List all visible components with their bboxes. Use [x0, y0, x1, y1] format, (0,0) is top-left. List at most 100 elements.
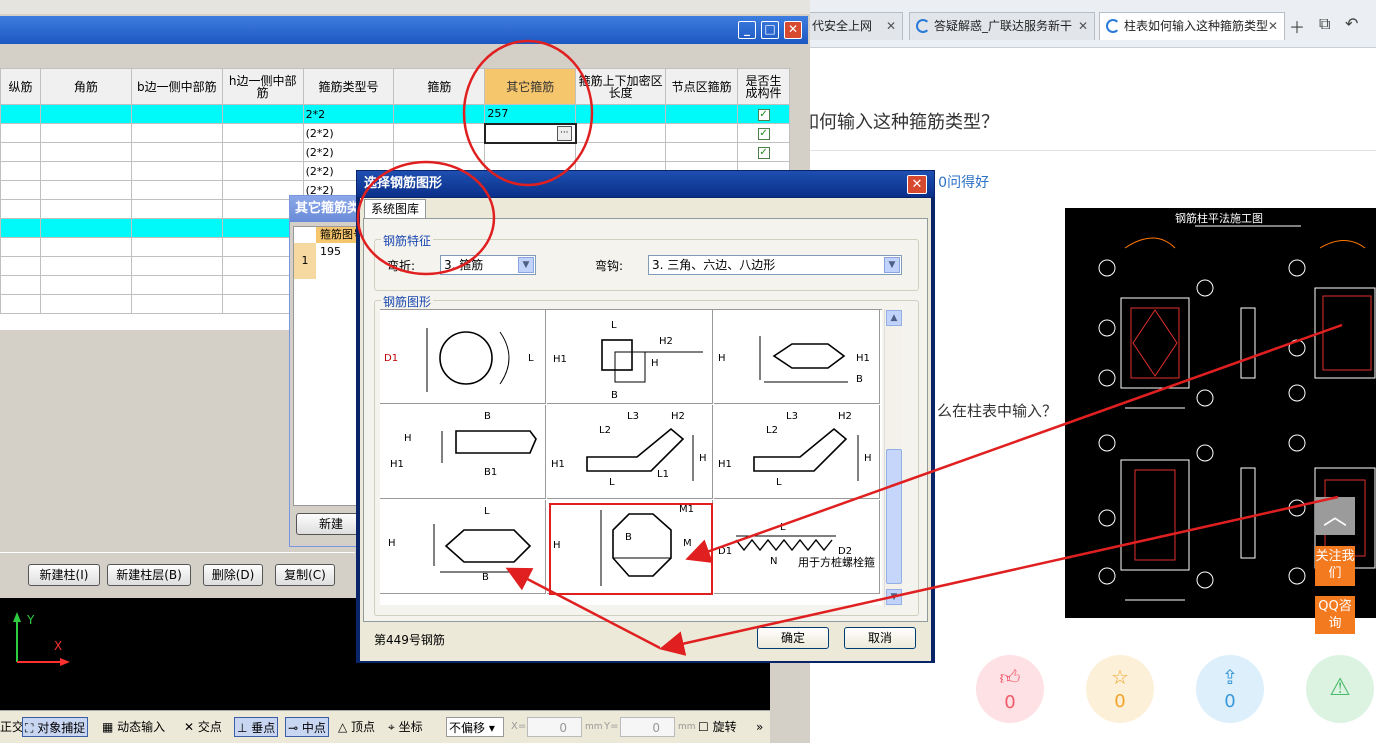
table-cell[interactable]: [393, 142, 486, 162]
shape-cell[interactable]: D1 L: [380, 310, 546, 404]
table-cell[interactable]: (2*2): [302, 123, 395, 143]
ellipsis-button[interactable]: ···: [556, 125, 572, 141]
restore-tabs-icon[interactable]: ⧉: [1319, 14, 1330, 34]
scroll-thumb[interactable]: [886, 449, 902, 584]
table-cell[interactable]: [0, 142, 41, 162]
col-header[interactable]: 角筋: [39, 68, 132, 105]
table-cell[interactable]: [39, 218, 132, 238]
table-cell[interactable]: [0, 104, 41, 124]
cancel-button[interactable]: 取消: [844, 627, 916, 649]
table-cell[interactable]: [0, 199, 41, 219]
browser-tab-2[interactable]: 答疑解惑_广联达服务新干 ✕: [909, 12, 1095, 40]
x-input[interactable]: 0: [527, 717, 582, 737]
table-cell[interactable]: [130, 180, 223, 200]
like-reaction[interactable]: 👍︎ 0: [976, 655, 1044, 723]
shape-cell[interactable]: L3 H2 L2 H1 H L L1: [547, 405, 713, 499]
table-cell[interactable]: [221, 142, 304, 162]
shape-cell[interactable]: H H1 B: [714, 310, 880, 404]
table-cell[interactable]: [130, 104, 223, 124]
new-tab-icon[interactable]: ＋: [1289, 14, 1305, 38]
col-header[interactable]: 箍筋: [393, 68, 486, 105]
table-cell[interactable]: [575, 104, 667, 124]
delete-button[interactable]: 删除(D): [203, 564, 263, 586]
col-header[interactable]: 箍筋类型号: [302, 68, 395, 105]
browser-tab-3[interactable]: 柱表如何输入这种箍筋类型 ✕: [1099, 12, 1285, 40]
undo-icon[interactable]: ↶: [1345, 14, 1358, 33]
midpoint-snap[interactable]: ⊸ 中点: [285, 717, 329, 737]
table-cell[interactable]: [0, 218, 41, 238]
generate-checkbox[interactable]: ✓: [757, 128, 770, 140]
table-cell[interactable]: [393, 123, 486, 143]
table-cell[interactable]: [130, 294, 223, 314]
scroll-down-icon[interactable]: ▼: [886, 589, 902, 605]
bend-select[interactable]: 3. 箍筋 ▼: [440, 255, 536, 275]
maximize-button[interactable]: □: [761, 21, 779, 39]
table-cell[interactable]: [39, 161, 132, 181]
shape-cell[interactable]: L3 H2 L2 H1 H L: [714, 405, 880, 499]
table-row[interactable]: 2*2 257 ✓: [0, 104, 790, 124]
table-cell[interactable]: [484, 142, 577, 162]
question-meta[interactable]: | 0问得好: [929, 172, 989, 192]
minimize-button[interactable]: _: [738, 21, 756, 39]
table-cell[interactable]: [575, 142, 667, 162]
table-cell[interactable]: [130, 256, 223, 276]
table-cell[interactable]: [130, 199, 223, 219]
table-cell[interactable]: [665, 104, 739, 124]
table-cell[interactable]: [0, 161, 41, 181]
shape-cell[interactable]: L H B: [380, 500, 546, 594]
qq-consult-button[interactable]: QQ咨询: [1315, 596, 1355, 634]
copy-button[interactable]: 复制(C): [275, 564, 335, 586]
col-header[interactable]: h边一侧中部筋: [221, 68, 304, 105]
close-icon[interactable]: ✕: [886, 13, 896, 39]
table-cell[interactable]: [39, 256, 132, 276]
col-header[interactable]: 节点区箍筋: [665, 68, 739, 105]
coordinate-snap[interactable]: ⌖ 坐标: [388, 717, 423, 737]
table-cell[interactable]: [0, 294, 41, 314]
col-header[interactable]: 纵筋: [0, 68, 41, 105]
vertex-snap[interactable]: △ 顶点: [338, 717, 375, 737]
ok-button[interactable]: 确定: [757, 627, 829, 649]
close-button[interactable]: ✕: [907, 175, 927, 194]
table-cell[interactable]: [39, 237, 132, 257]
table-cell[interactable]: [221, 161, 304, 181]
table-cell[interactable]: [665, 123, 739, 143]
scroll-up-icon[interactable]: ▲: [886, 310, 902, 326]
table-cell[interactable]: [130, 123, 223, 143]
table-cell[interactable]: ✓: [737, 142, 790, 162]
generate-checkbox[interactable]: ✓: [757, 109, 770, 121]
table-cell[interactable]: [130, 161, 223, 181]
table-cell[interactable]: [0, 237, 41, 257]
col-header-selected[interactable]: 其它箍筋: [484, 68, 577, 105]
table-cell[interactable]: 257: [484, 104, 577, 124]
table-cell[interactable]: [39, 180, 132, 200]
shape-cell[interactable]: L D1 D2 N 用于方桩螺栓箍: [714, 500, 880, 594]
ortho-toggle[interactable]: 正交: [0, 717, 24, 737]
favorite-reaction[interactable]: ☆ 0: [1086, 655, 1154, 723]
intersection-snap[interactable]: ✕ 交点: [184, 717, 222, 737]
table-cell[interactable]: [393, 104, 486, 124]
table-cell[interactable]: [665, 142, 739, 162]
scroll-top-button[interactable]: ︿: [1315, 497, 1355, 535]
hook-select[interactable]: 3. 三角、六边、八边形 ▼: [648, 255, 902, 275]
generate-checkbox[interactable]: ✓: [757, 147, 770, 159]
tab-system-library[interactable]: 系统图库: [364, 199, 426, 219]
close-icon[interactable]: ✕: [1268, 13, 1278, 39]
table-cell[interactable]: [130, 142, 223, 162]
stirrup-number[interactable]: 195: [320, 245, 341, 258]
object-snap-toggle[interactable]: ⛶ 对象捕捉: [22, 717, 89, 737]
table-cell[interactable]: [130, 237, 223, 257]
table-cell[interactable]: [39, 275, 132, 295]
table-cell[interactable]: [39, 199, 132, 219]
new-column-layer-button[interactable]: 新建柱层(B): [107, 564, 191, 586]
perpendicular-snap[interactable]: ⊥ 垂点: [234, 717, 279, 737]
table-cell[interactable]: [130, 218, 223, 238]
rotate-checkbox[interactable]: ☐ 旋转: [698, 717, 737, 737]
y-input[interactable]: 0: [620, 717, 675, 737]
new-column-button[interactable]: 新建柱(I): [28, 564, 100, 586]
vertical-scrollbar[interactable]: ▲ ▼: [884, 309, 902, 607]
table-cell[interactable]: [0, 123, 41, 143]
table-cell[interactable]: ✓: [737, 123, 790, 143]
table-cell[interactable]: [39, 294, 132, 314]
close-button[interactable]: ✕: [784, 21, 802, 39]
more-icon[interactable]: »: [756, 717, 763, 737]
